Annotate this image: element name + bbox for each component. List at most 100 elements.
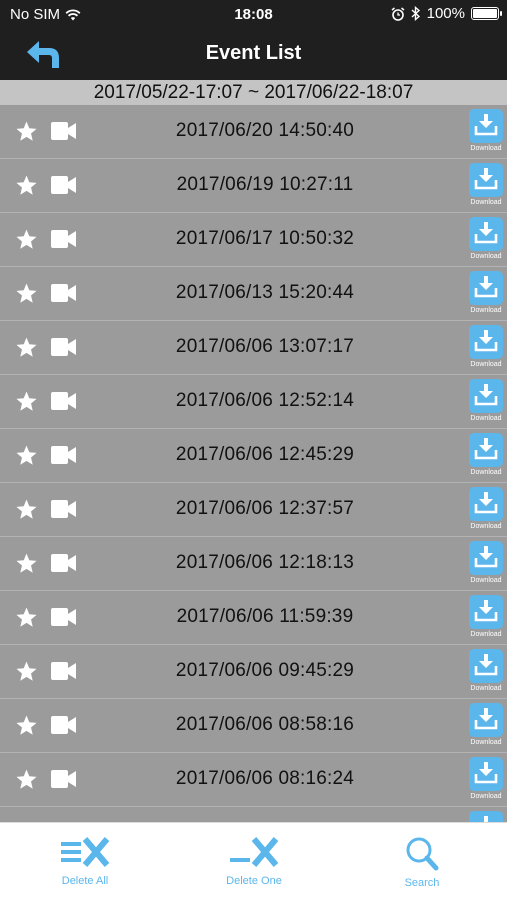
download-label: Download (470, 631, 502, 638)
event-datetime: 2017/06/06 09:45:29 (175, 660, 355, 681)
event-datetime: 2017/06/13 15:20:44 (175, 282, 355, 303)
download-button[interactable]: Download (469, 433, 503, 479)
video-camera-icon (51, 716, 76, 734)
event-list[interactable]: 2017/06/20 14:50:40 Download 2017/06/19 10… (0, 105, 507, 822)
event-row[interactable]: 2017/06/06 13:07:17 Download (0, 321, 507, 375)
download-button[interactable]: Download (469, 487, 503, 533)
star-icon[interactable] (15, 336, 38, 359)
event-row[interactable]: 2017/06/06 11:59:39 Download (0, 591, 507, 645)
star-icon[interactable] (15, 768, 38, 791)
delete-one-button[interactable]: Delete One (194, 835, 314, 887)
star-icon[interactable] (15, 390, 38, 413)
video-camera-icon (51, 770, 76, 788)
download-label: Download (470, 685, 502, 692)
download-label: Download (470, 739, 502, 746)
event-datetime: 2017/06/06 13:07:17 (175, 336, 355, 357)
video-camera-icon (51, 608, 76, 626)
download-button[interactable]: Download (469, 163, 503, 209)
download-label: Download (470, 361, 502, 368)
event-datetime: 2017/06/06 08:58:16 (175, 714, 355, 735)
battery-percent: 100% (426, 5, 465, 22)
date-range-label: 2017/05/22-17:07 ~ 2017/06/22-18:07 (0, 80, 507, 105)
battery-fill (473, 9, 497, 18)
download-icon (469, 217, 503, 251)
event-row[interactable]: 2017/06/06 12:18:13 Download (0, 537, 507, 591)
star-icon[interactable] (15, 552, 38, 575)
event-row[interactable]: 2017/06/06 12:37:57 Download (0, 483, 507, 537)
star-icon[interactable] (15, 228, 38, 251)
star-icon[interactable] (15, 174, 38, 197)
download-icon (469, 703, 503, 737)
video-camera-icon (51, 338, 76, 356)
event-row[interactable]: 2017/06/20 14:50:40 Download (0, 105, 507, 159)
search-label: Search (404, 877, 440, 889)
star-icon[interactable] (15, 714, 38, 737)
download-button[interactable]: Download (469, 757, 503, 803)
download-button[interactable] (469, 811, 503, 822)
download-button[interactable]: Download (469, 379, 503, 425)
event-datetime: 2017/06/06 08:16:24 (175, 768, 355, 789)
download-label: Download (470, 253, 502, 260)
download-button[interactable]: Download (469, 649, 503, 695)
search-icon (406, 837, 439, 871)
event-row[interactable]: 2017/06/06 08:58:16 Download (0, 699, 507, 753)
star-icon[interactable] (15, 282, 38, 305)
status-right-group: 100% (391, 5, 502, 22)
star-icon[interactable] (15, 606, 38, 629)
star-icon[interactable] (15, 498, 38, 521)
download-icon (469, 649, 503, 683)
video-camera-icon (51, 176, 76, 194)
event-row[interactable]: 2017/06/06 08:16:24 Download (0, 753, 507, 807)
star-icon[interactable] (15, 660, 38, 683)
download-icon (469, 757, 503, 791)
event-row[interactable]: 2017/06/19 10:27:11 Download (0, 159, 507, 213)
download-button[interactable]: Download (469, 541, 503, 587)
download-icon (469, 109, 503, 143)
download-label: Download (470, 145, 502, 152)
download-label: Download (470, 577, 502, 584)
event-datetime: 2017/06/06 11:59:39 (176, 606, 354, 627)
download-button[interactable]: Download (469, 109, 503, 155)
alarm-icon (391, 6, 405, 21)
download-label: Download (470, 199, 502, 206)
event-datetime: 2017/06/06 12:18:13 (175, 552, 355, 573)
event-datetime: 2017/06/06 12:52:14 (175, 390, 355, 411)
download-icon (469, 379, 503, 413)
download-button[interactable]: Download (469, 703, 503, 749)
download-button[interactable]: Download (469, 217, 503, 263)
nav-bar: Event List (0, 30, 507, 80)
video-camera-icon (51, 392, 76, 410)
event-row[interactable]: 2017/06/13 15:20:44 Download (0, 267, 507, 321)
delete-all-label: Delete All (61, 875, 109, 887)
battery-icon (471, 7, 502, 20)
download-icon (469, 541, 503, 575)
star-icon[interactable] (15, 120, 38, 143)
page-title: Event List (205, 42, 302, 64)
event-datetime: 2017/06/19 10:27:11 (176, 174, 354, 195)
delete-one-icon (230, 837, 279, 867)
event-row[interactable]: 2017/06/17 10:50:32 Download (0, 213, 507, 267)
bluetooth-icon (411, 6, 420, 21)
video-camera-icon (51, 230, 76, 248)
video-camera-icon (51, 662, 76, 680)
video-camera-icon (51, 500, 76, 518)
event-row[interactable]: 2017/06/06 12:45:29 Download (0, 429, 507, 483)
download-label: Download (470, 523, 502, 530)
download-icon (469, 433, 503, 467)
delete-all-button[interactable]: Delete All (25, 835, 145, 887)
event-row[interactable]: 2017/06/06 09:45:29 Download (0, 645, 507, 699)
video-camera-icon (51, 122, 76, 140)
download-icon (469, 595, 503, 629)
event-row[interactable]: 2017/06/06 12:52:14 Download (0, 375, 507, 429)
download-button[interactable]: Download (469, 595, 503, 641)
event-datetime: 2017/06/06 12:45:29 (175, 444, 355, 465)
download-button[interactable]: Download (469, 325, 503, 371)
download-button[interactable]: Download (469, 271, 503, 317)
video-camera-icon (51, 554, 76, 572)
star-icon[interactable] (15, 444, 38, 467)
event-datetime: 2017/06/20 14:50:40 (175, 120, 355, 141)
video-camera-icon (51, 284, 76, 302)
search-button[interactable]: Search (362, 835, 482, 889)
event-row[interactable] (0, 807, 507, 822)
download-icon (469, 271, 503, 305)
